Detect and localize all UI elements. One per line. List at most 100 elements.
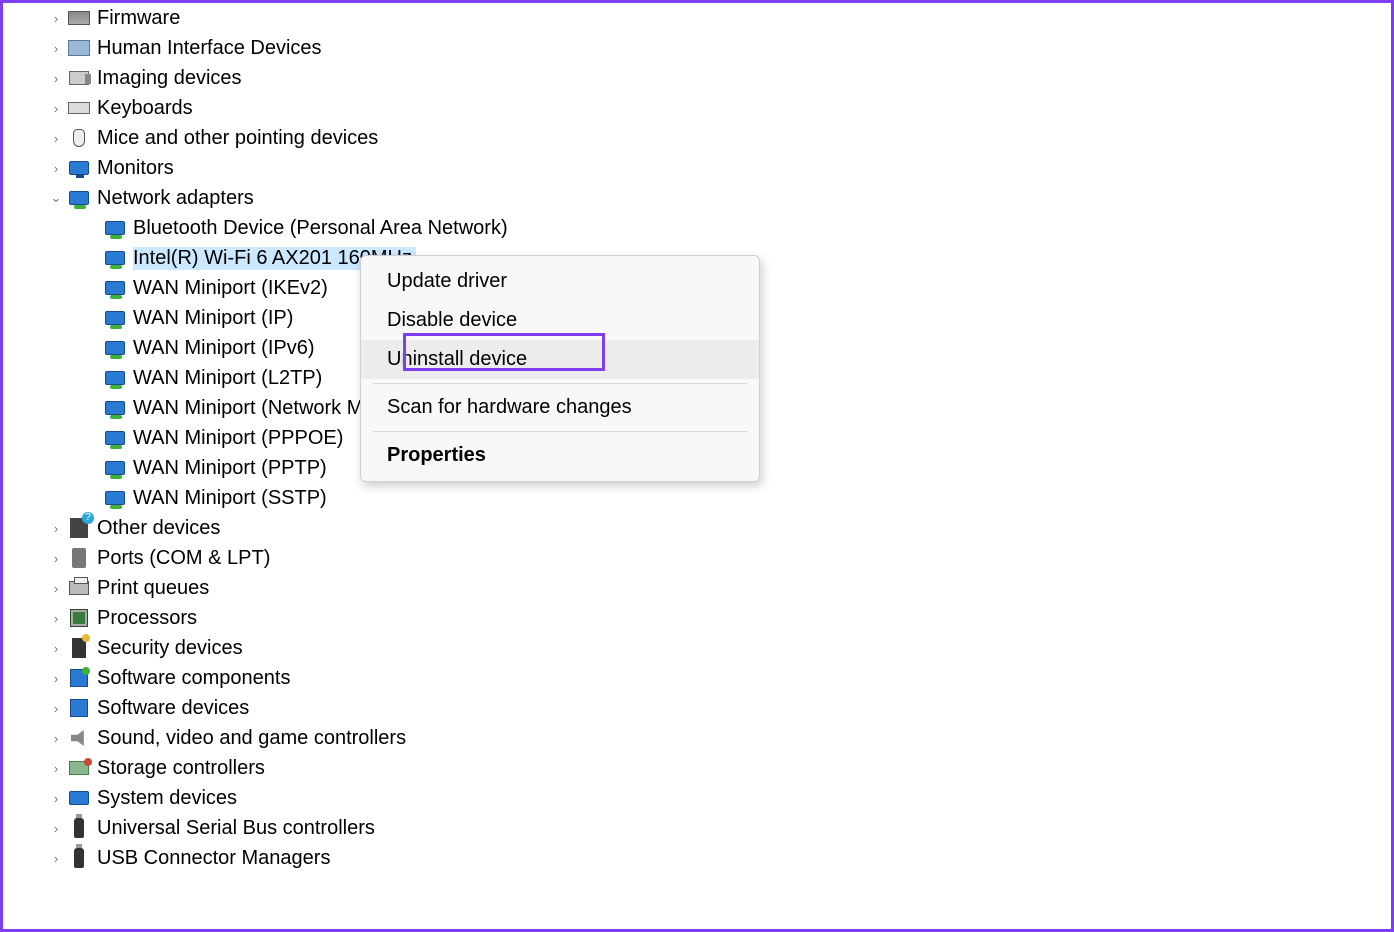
- tree-category[interactable]: › Print queues: [47, 573, 1391, 603]
- chevron-right-icon[interactable]: ›: [47, 611, 65, 626]
- tree-category-label: Firmware: [97, 7, 180, 30]
- chevron-right-icon[interactable]: ›: [47, 41, 65, 56]
- other-icon: [67, 516, 91, 540]
- chevron-down-icon[interactable]: ⌄: [47, 190, 65, 206]
- chevron-right-icon[interactable]: ›: [47, 641, 65, 656]
- tree-device-label: WAN Miniport (PPTP): [133, 457, 327, 480]
- tree-category-label: Print queues: [97, 577, 209, 600]
- sys-icon: [67, 786, 91, 810]
- chevron-right-icon[interactable]: ›: [47, 551, 65, 566]
- net-icon: [67, 186, 91, 210]
- network-adapter-icon: [103, 276, 127, 300]
- chevron-right-icon[interactable]: ›: [47, 761, 65, 776]
- tree-category-label: Software components: [97, 667, 290, 690]
- chevron-right-icon[interactable]: ›: [47, 731, 65, 746]
- tree-category[interactable]: › System devices: [47, 783, 1391, 813]
- network-adapter-icon: [103, 306, 127, 330]
- chevron-right-icon[interactable]: ›: [47, 521, 65, 536]
- tree-category[interactable]: › Monitors: [47, 153, 1391, 183]
- network-adapter-icon: [103, 456, 127, 480]
- sd-icon: [67, 696, 91, 720]
- menu-item[interactable]: Properties: [361, 436, 759, 475]
- tree-category[interactable]: › Human Interface Devices: [47, 33, 1391, 63]
- tree-category-label: Storage controllers: [97, 757, 265, 780]
- usb-icon: [67, 846, 91, 870]
- hid-icon: [67, 36, 91, 60]
- tree-device[interactable]: Bluetooth Device (Personal Area Network): [83, 213, 1391, 243]
- network-adapter-icon: [103, 486, 127, 510]
- tree-category-label: Human Interface Devices: [97, 37, 322, 60]
- tree-category[interactable]: › Sound, video and game controllers: [47, 723, 1391, 753]
- tree-category[interactable]: › USB Connector Managers: [47, 843, 1391, 873]
- network-adapter-icon: [103, 216, 127, 240]
- tree-category-label: Monitors: [97, 157, 174, 180]
- tree-device-label: WAN Miniport (IKEv2): [133, 277, 328, 300]
- sec-icon: [67, 636, 91, 660]
- tree-category[interactable]: › Ports (COM & LPT): [47, 543, 1391, 573]
- usb-icon: [67, 816, 91, 840]
- tree-device-label: WAN Miniport (L2TP): [133, 367, 322, 390]
- menu-item[interactable]: Scan for hardware changes: [361, 388, 759, 427]
- tree-device[interactable]: WAN Miniport (SSTP): [83, 483, 1391, 513]
- tree-category-label: USB Connector Managers: [97, 847, 330, 870]
- network-adapter-icon: [103, 426, 127, 450]
- tree-category[interactable]: ›Software devices: [47, 693, 1391, 723]
- tree-category-label: Other devices: [97, 517, 220, 540]
- network-adapter-icon: [103, 366, 127, 390]
- network-adapter-icon: [103, 246, 127, 270]
- chevron-right-icon[interactable]: ›: [47, 71, 65, 86]
- chevron-right-icon[interactable]: ›: [47, 671, 65, 686]
- firmware-icon: [67, 6, 91, 30]
- tree-category[interactable]: › Imaging devices: [47, 63, 1391, 93]
- tree-category[interactable]: › Security devices: [47, 633, 1391, 663]
- tree-category[interactable]: › Firmware: [47, 3, 1391, 33]
- network-adapter-icon: [103, 396, 127, 420]
- menu-separator: [373, 431, 747, 432]
- storage-icon: [67, 756, 91, 780]
- tree-device-label: WAN Miniport (IPv6): [133, 337, 315, 360]
- context-menu[interactable]: Update driverDisable deviceUninstall dev…: [360, 255, 760, 482]
- chevron-right-icon[interactable]: ›: [47, 821, 65, 836]
- tree-category[interactable]: › Other devices: [47, 513, 1391, 543]
- network-adapter-icon: [103, 336, 127, 360]
- tree-category[interactable]: ›Keyboards: [47, 93, 1391, 123]
- menu-item[interactable]: Uninstall device: [361, 340, 759, 379]
- tree-device-label: WAN Miniport (IP): [133, 307, 293, 330]
- chevron-right-icon[interactable]: ›: [47, 701, 65, 716]
- tree-category-label: Network adapters: [97, 187, 254, 210]
- tree-category-label: Security devices: [97, 637, 243, 660]
- cpu-icon: [67, 606, 91, 630]
- chevron-right-icon[interactable]: ›: [47, 851, 65, 866]
- monitor-icon: [67, 156, 91, 180]
- chevron-right-icon[interactable]: ›: [47, 791, 65, 806]
- tree-device-label: WAN Miniport (PPPOE): [133, 427, 343, 450]
- tree-category-label: Sound, video and game controllers: [97, 727, 406, 750]
- tree-category[interactable]: › Software components: [47, 663, 1391, 693]
- sc-icon: [67, 666, 91, 690]
- tree-category-label: Imaging devices: [97, 67, 242, 90]
- tree-category-label: System devices: [97, 787, 237, 810]
- tree-category[interactable]: › Storage controllers: [47, 753, 1391, 783]
- tree-category[interactable]: › Mice and other pointing devices: [47, 123, 1391, 153]
- menu-item[interactable]: Disable device: [361, 301, 759, 340]
- tree-category-label: Universal Serial Bus controllers: [97, 817, 375, 840]
- tree-category-label: Ports (COM & LPT): [97, 547, 270, 570]
- tree-category[interactable]: › Universal Serial Bus controllers: [47, 813, 1391, 843]
- chevron-right-icon[interactable]: ›: [47, 161, 65, 176]
- tree-device-label: Bluetooth Device (Personal Area Network): [133, 217, 508, 240]
- chevron-right-icon[interactable]: ›: [47, 131, 65, 146]
- menu-item[interactable]: Update driver: [361, 262, 759, 301]
- menu-separator: [373, 383, 747, 384]
- keyboard-icon: [67, 96, 91, 120]
- tree-category-label: Processors: [97, 607, 197, 630]
- chevron-right-icon[interactable]: ›: [47, 581, 65, 596]
- tree-category-label: Mice and other pointing devices: [97, 127, 378, 150]
- chevron-right-icon[interactable]: ›: [47, 11, 65, 26]
- chevron-right-icon[interactable]: ›: [47, 101, 65, 116]
- print-icon: [67, 576, 91, 600]
- tree-category[interactable]: › Processors: [47, 603, 1391, 633]
- ports-icon: [67, 546, 91, 570]
- mouse-icon: [67, 126, 91, 150]
- tree-category[interactable]: ⌄ Network adapters: [47, 183, 1391, 213]
- imaging-icon: [67, 66, 91, 90]
